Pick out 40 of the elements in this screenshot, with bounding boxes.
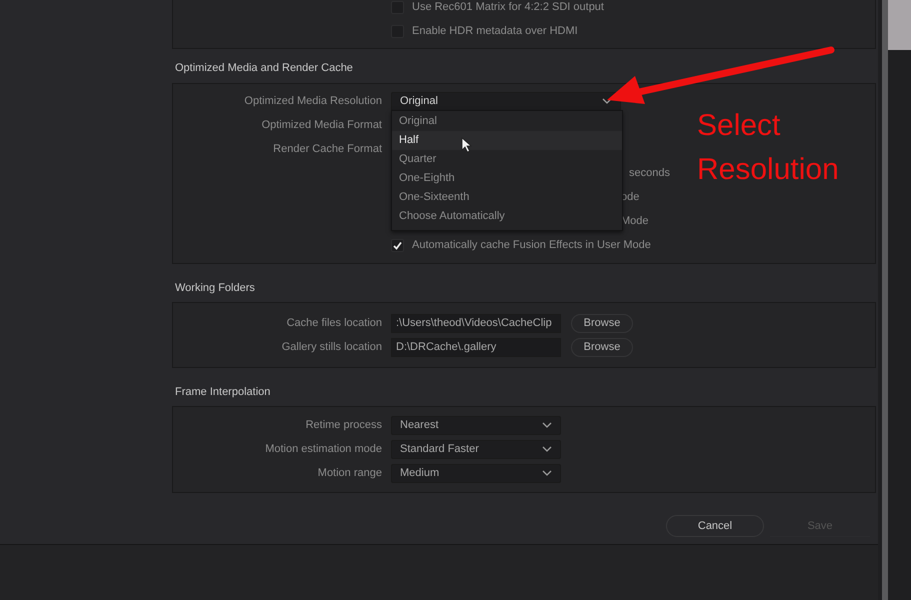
field-label: Render Cache Format — [272, 143, 382, 155]
field-label: Retime process — [304, 419, 382, 431]
dropdown[interactable]: Medium — [391, 464, 561, 482]
checkbox[interactable] — [391, 238, 404, 252]
section-title: Frame Interpolation — [175, 386, 270, 398]
dropdown-option[interactable]: Original — [392, 112, 622, 131]
field-label: Optimized Media Format — [260, 119, 382, 131]
dropdown-option[interactable]: One-Sixteenth — [392, 188, 622, 207]
field-label: Gallery stills location — [280, 341, 382, 353]
thumbnail-placeholder — [888, 0, 911, 50]
field-label: Cache files location — [286, 317, 382, 329]
chevron-down-icon — [542, 422, 552, 428]
option-text: seconds — [629, 167, 670, 179]
dropdown-option[interactable]: Half — [392, 131, 622, 150]
scrollbar[interactable] — [882, 0, 888, 600]
dropdown-option[interactable]: Quarter — [392, 150, 622, 169]
checkbox-label: Automatically cache Fusion Effects in User Mode — [412, 239, 651, 251]
chevron-down-icon — [542, 446, 552, 452]
checkbox-label: Use Rec601 Matrix for 4:2:2 SDI output — [412, 1, 604, 13]
section-title: Optimized Media and Render Cache — [175, 62, 353, 74]
field-label: Motion range — [316, 467, 382, 479]
cancel-button[interactable]: Cancel — [666, 515, 764, 537]
checkmark-icon — [393, 240, 402, 250]
path-field[interactable]: :\Users\theod\Videos\CacheClip — [391, 314, 561, 332]
browse-button[interactable]: Browse — [571, 338, 633, 356]
browse-button[interactable]: Browse — [571, 314, 633, 332]
dropdown-option[interactable]: Choose Automatically — [392, 207, 622, 226]
path-field[interactable]: D:\DRCache\.gallery — [391, 338, 561, 356]
dropdown[interactable]: Nearest — [391, 416, 561, 434]
annotation-text: Select Resolution — [697, 108, 840, 188]
chevron-down-icon — [542, 470, 552, 476]
chevron-down-icon — [602, 98, 612, 104]
dropdown[interactable]: Standard Faster — [391, 440, 561, 458]
dropdown[interactable]: Original — [391, 92, 621, 110]
field-label: Motion estimation mode — [264, 443, 382, 455]
dropdown-option[interactable]: One-Eighth — [392, 169, 622, 188]
checkbox-label: Enable HDR metadata over HDMI — [412, 25, 578, 37]
pointer-icon — [461, 137, 472, 153]
field-label: Optimized Media Resolution — [243, 95, 382, 107]
section-title: Working Folders — [175, 282, 255, 294]
